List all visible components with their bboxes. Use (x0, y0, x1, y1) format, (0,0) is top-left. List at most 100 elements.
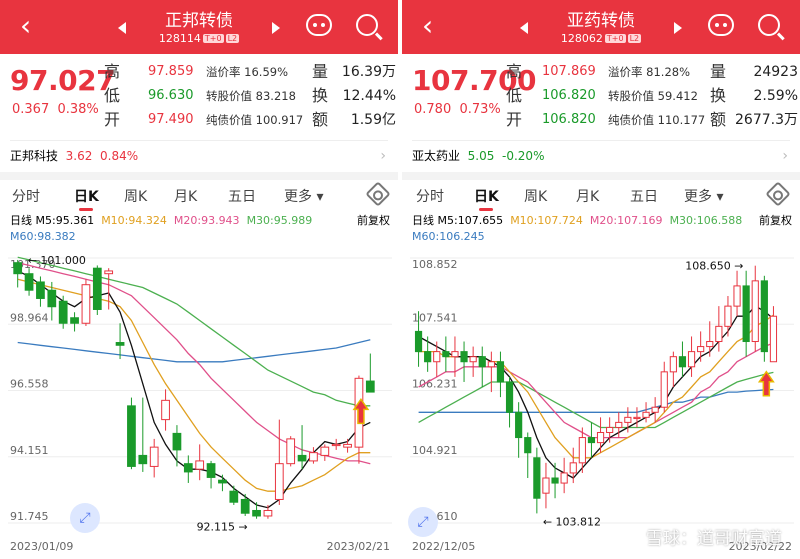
candle (687, 336, 696, 377)
candle (195, 444, 205, 481)
candle (433, 341, 441, 377)
zoom-icon[interactable]: ⤢ (70, 503, 100, 533)
tab-monthly-k[interactable]: 月K (174, 186, 197, 206)
candle (127, 397, 136, 470)
candle (533, 447, 541, 514)
tab-intraday[interactable]: 分时 (416, 186, 444, 206)
high-marker-label: 108.650 → (685, 260, 743, 273)
candle-body (733, 285, 741, 307)
tab-weekly-k[interactable]: 周K (524, 186, 547, 206)
candle-body (343, 443, 352, 448)
price-change: 0.780 0.73% (414, 102, 501, 117)
candle-body (127, 405, 136, 467)
candle (515, 402, 523, 458)
candle-body (542, 477, 550, 494)
tab-daily-k[interactable]: 日K (74, 186, 99, 211)
y-tick-label: 106.231 (412, 378, 458, 391)
tab-more[interactable]: 更多 ▾ (684, 186, 723, 206)
candle-body (451, 351, 459, 358)
candle (320, 444, 330, 461)
search-icon[interactable] (356, 14, 378, 36)
candle-body (687, 351, 696, 368)
price-change: 0.367 0.38% (12, 102, 99, 117)
high-value: 107.869 (542, 64, 596, 79)
high-value: 97.859 (148, 64, 194, 79)
chevron-right-icon: › (380, 148, 386, 164)
bond-name: 正邦转债 (165, 11, 233, 31)
underlying-stock-row[interactable]: 正邦科技 3.62 0.84% › (10, 140, 388, 170)
turnover-value: 2.59% (753, 88, 798, 104)
tab-more[interactable]: 更多 ▾ (284, 186, 323, 206)
robot-assistant-icon[interactable] (306, 14, 332, 36)
candle-body (642, 411, 650, 418)
candle (642, 402, 650, 423)
candle-body (569, 462, 577, 474)
candle-body (47, 289, 57, 308)
candle-body (172, 432, 182, 451)
candle (587, 422, 596, 458)
ma-legend: 日线 M5:107.655 M10:107.724 M20:107.169 M3… (412, 214, 792, 243)
candle (138, 397, 148, 472)
candle-body (218, 479, 227, 484)
high-marker-label: ← 101.000 (28, 254, 86, 267)
candle-body (578, 437, 586, 464)
zoom-icon[interactable]: ⤢ (408, 507, 438, 537)
bond-name: 亚药转债 (567, 11, 635, 31)
kline-chart[interactable]: 101.37098.96496.55894.15191.745← 101.000… (0, 248, 398, 559)
candle (149, 438, 159, 478)
robot-assistant-icon[interactable] (708, 14, 734, 36)
candle-body (624, 416, 632, 423)
candle-body (58, 300, 68, 324)
candle-body (36, 281, 45, 299)
kline-chart[interactable]: 108.852107.541106.231104.921103.610108.6… (402, 248, 800, 559)
settings-icon[interactable] (365, 181, 391, 207)
candle (343, 438, 352, 453)
candle-body (460, 351, 468, 363)
period-tabs: 分时 日K 周K 月K 五日 更多 ▾ (402, 181, 800, 211)
candle (569, 447, 577, 484)
search-icon[interactable] (758, 14, 780, 36)
candle (424, 336, 432, 372)
low-marker-label: 92.115 → (197, 521, 248, 534)
chevron-right-icon: › (782, 148, 788, 164)
tab-monthly-k[interactable]: 月K (576, 186, 599, 206)
candle (218, 474, 227, 492)
quote-panel: 97.027 0.367 0.38% 高低开 97.859 96.630 97.49… (0, 54, 398, 140)
low-value: 96.630 (148, 88, 194, 103)
tab-five-day[interactable]: 五日 (630, 186, 658, 206)
left-panel: ‹ 正邦转债 128114 T+0 L2 97.027 0.367 0.38% 高低… (0, 0, 398, 559)
candle (751, 265, 759, 352)
candle (760, 275, 768, 362)
tab-weekly-k[interactable]: 周K (124, 186, 147, 206)
candle-body (274, 463, 284, 500)
tab-daily-k[interactable]: 日K (474, 186, 499, 211)
candle-body (706, 341, 714, 348)
candle (697, 331, 705, 362)
candle-body (606, 426, 614, 434)
right-panel: ‹ 亚药转债 128062 T+0 L2 107.700 0.780 0.73% 高… (402, 0, 800, 559)
amount-value: 2677.3万 (735, 112, 798, 128)
candle (660, 361, 668, 413)
candle-body (24, 273, 34, 291)
m30-line (418, 371, 774, 429)
candle-body (70, 317, 79, 324)
tab-intraday[interactable]: 分时 (12, 186, 40, 206)
candle-body (149, 446, 159, 467)
bond-code: 128114 T+0 L2 (158, 32, 240, 45)
candle-body (715, 325, 723, 343)
candle-body (195, 460, 205, 470)
settings-icon[interactable] (765, 181, 791, 207)
candle (478, 346, 486, 388)
underlying-stock-row[interactable]: 亚太药业 5.05 -0.20% › (412, 140, 790, 170)
candle-body (206, 463, 216, 478)
m20-line (17, 262, 371, 465)
header-bar: ‹ 正邦转债 128114 T+0 L2 (0, 0, 398, 54)
candle-body (760, 280, 768, 353)
y-tick-label: 98.964 (10, 311, 49, 324)
candle (13, 259, 23, 288)
candle (161, 389, 170, 431)
tab-five-day[interactable]: 五日 (228, 186, 256, 206)
candle (596, 417, 605, 453)
candle-body (81, 284, 91, 324)
m5-line (17, 270, 371, 509)
